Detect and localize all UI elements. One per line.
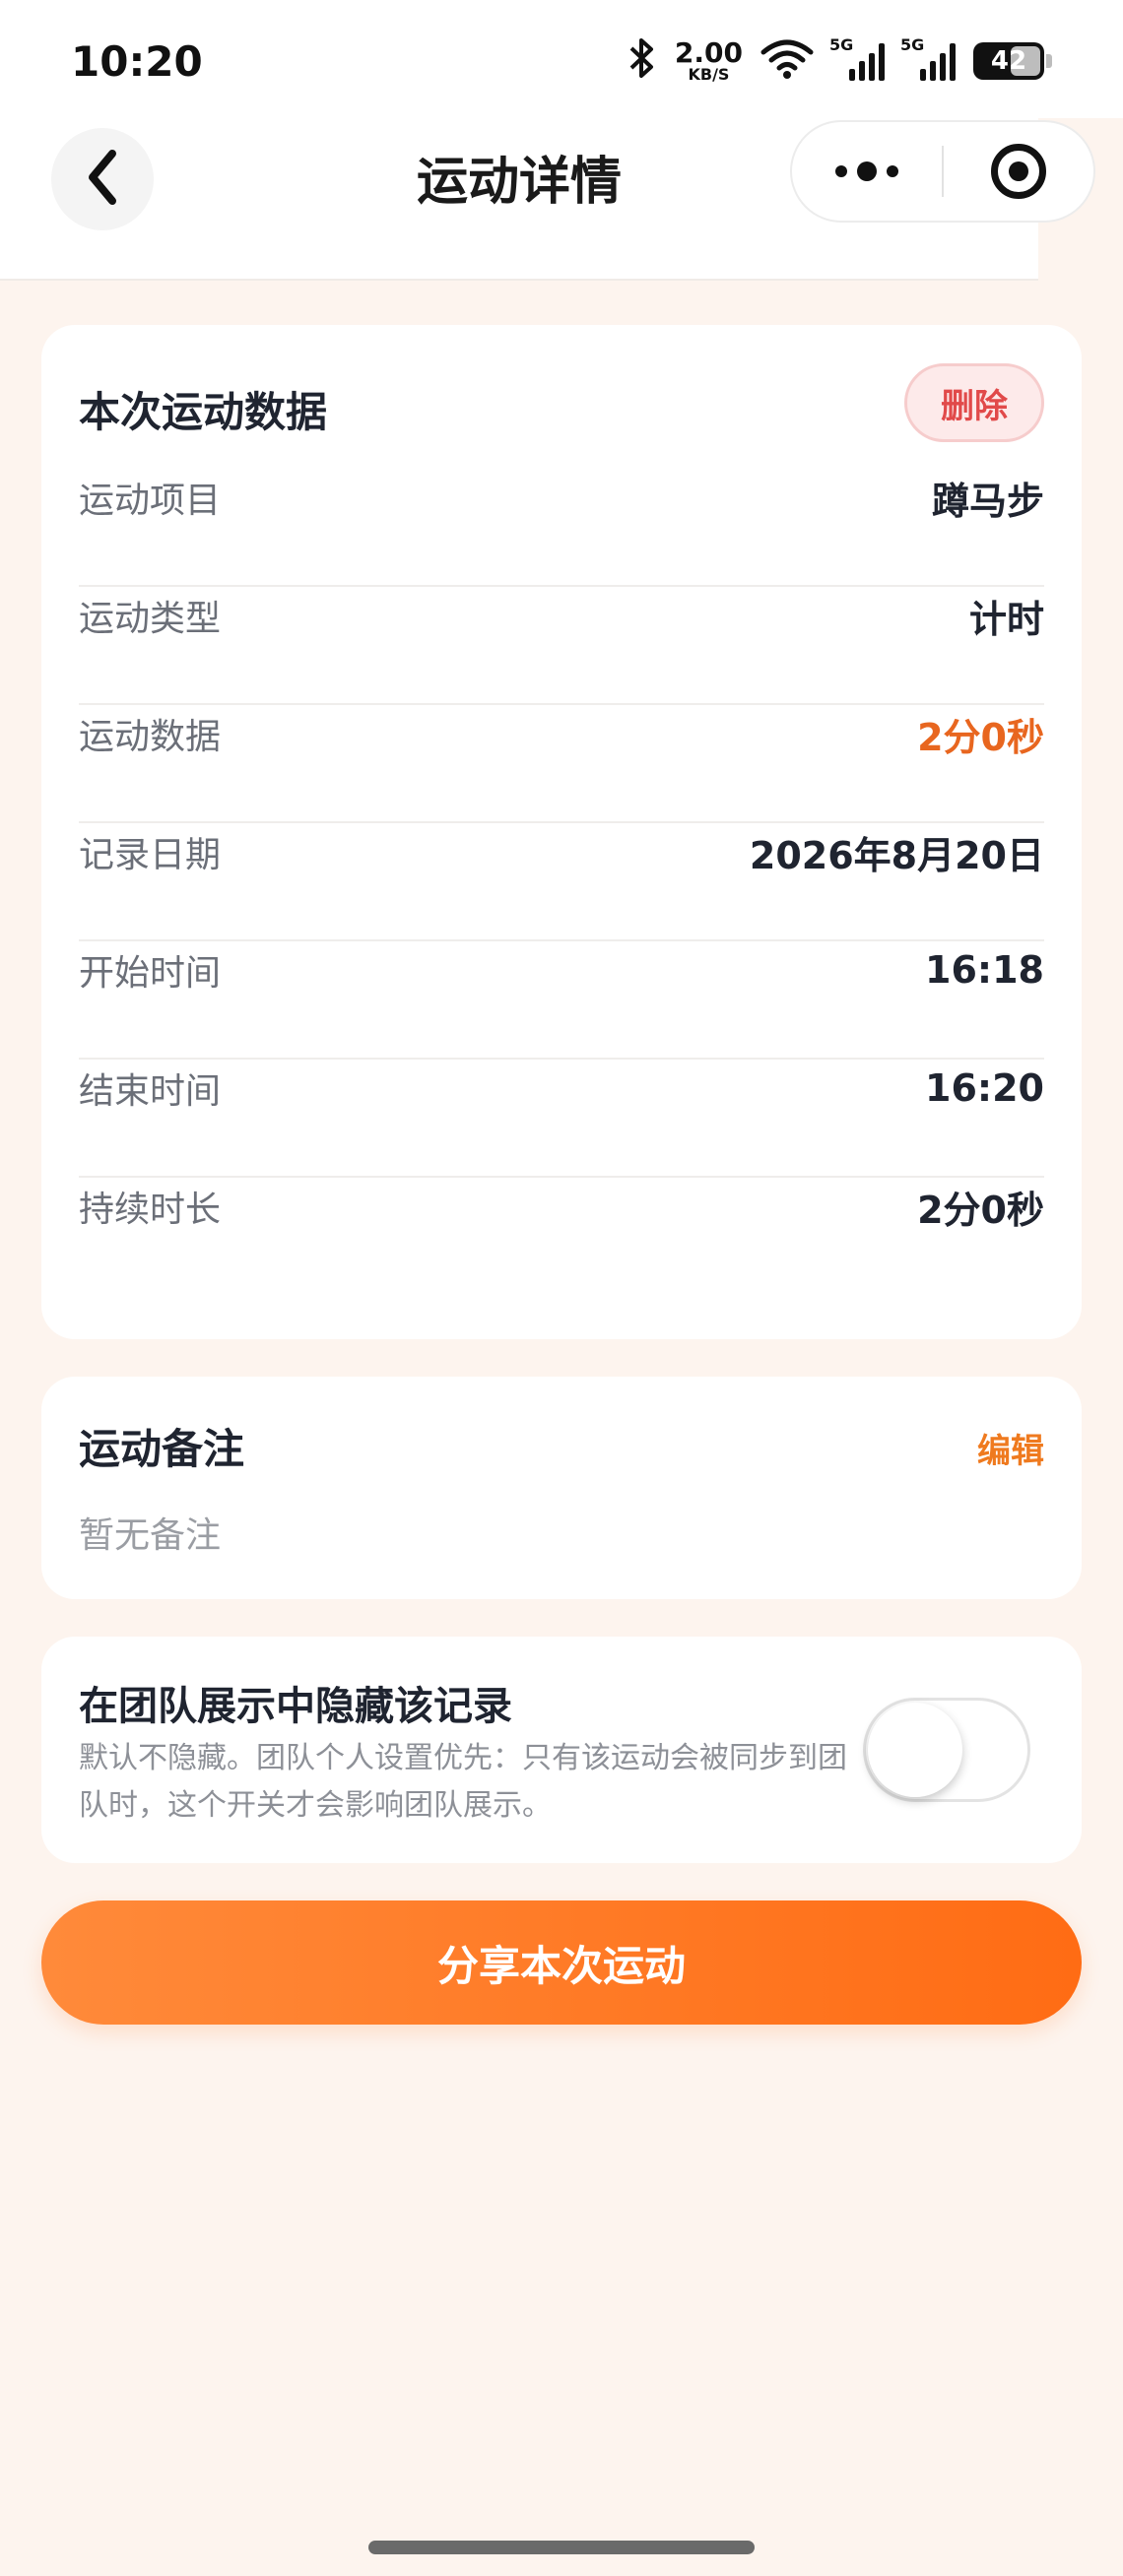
cell-signal-label-2: 5G: [900, 35, 925, 54]
detail-row-type: 运动类型 计时: [79, 556, 1044, 675]
detail-label: 运动类型: [79, 599, 222, 639]
cell-signal-icon-1: 5G: [829, 35, 885, 81]
detail-label: 开始时间: [79, 953, 222, 994]
detail-value: 计时: [968, 597, 1044, 641]
cell-signal-label-1: 5G: [829, 35, 854, 54]
toggle-knob: [868, 1703, 962, 1797]
status-bar: 10:20 2.00 KB/S 5G 5G 42: [0, 0, 1123, 118]
detail-value: 16:20: [925, 1066, 1044, 1110]
detail-row-date: 记录日期 2026年8月20日: [79, 793, 1044, 911]
share-exercise-button[interactable]: 分享本次运动: [41, 1900, 1082, 2025]
delete-button[interactable]: 删除: [904, 363, 1044, 442]
home-indicator[interactable]: [368, 2541, 755, 2554]
more-button[interactable]: [792, 161, 942, 181]
detail-label: 结束时间: [79, 1071, 222, 1112]
edit-note-button[interactable]: 编辑: [977, 1424, 1044, 1472]
hide-record-toggle[interactable]: [863, 1698, 1030, 1802]
network-speed-value: 2.00: [674, 36, 743, 69]
more-dots-icon: [835, 161, 898, 181]
hide-record-description: 默认不隐藏。团队个人设置优先：只有该运动会被同步到团队时，这个开关才会影响团队展…: [79, 1741, 847, 1823]
exercise-data-title: 本次运动数据: [79, 388, 328, 436]
hide-record-title: 在团队展示中隐藏该记录: [79, 1684, 512, 1729]
detail-row-item: 运动项目 蹲马步: [79, 438, 1044, 556]
note-title: 运动备注: [79, 1425, 245, 1473]
exercise-note-card: 运动备注 编辑 暂无备注: [41, 1377, 1082, 1599]
note-empty-text: 暂无备注: [79, 1515, 222, 1556]
detail-label: 运动项目: [79, 481, 222, 521]
status-time: 10:20: [71, 37, 203, 86]
battery-level: 42: [990, 46, 1027, 76]
detail-label: 持续时长: [79, 1190, 222, 1230]
network-speed: 2.00 KB/S: [675, 39, 743, 83]
status-icons: 2.00 KB/S 5G 5G 42: [628, 35, 1052, 87]
target-icon: [991, 144, 1046, 199]
network-speed-unit: KB/S: [688, 65, 730, 84]
close-miniprogram-button[interactable]: [944, 144, 1093, 199]
detail-row-duration: 持续时长 2分0秒: [79, 1147, 1044, 1265]
detail-value-highlight: 2分0秒: [917, 715, 1044, 759]
miniprogram-capsule: [790, 120, 1095, 223]
battery-icon: 42: [973, 42, 1052, 80]
detail-value: 16:18: [925, 948, 1044, 992]
detail-label: 运动数据: [79, 717, 222, 757]
detail-row-start: 开始时间 16:18: [79, 911, 1044, 1029]
detail-label: 记录日期: [79, 835, 222, 875]
exercise-data-card: 本次运动数据 删除 运动项目 蹲马步 运动类型 计时 运动数据 2分0秒 记录日…: [41, 325, 1082, 1339]
detail-value: 蹲马步: [931, 479, 1044, 523]
cell-signal-icon-2: 5G: [900, 35, 956, 81]
detail-value: 2分0秒: [917, 1188, 1044, 1232]
detail-row-end: 结束时间 16:20: [79, 1029, 1044, 1147]
detail-row-data: 运动数据 2分0秒: [79, 675, 1044, 793]
bluetooth-icon: [628, 37, 657, 86]
hide-record-card: 在团队展示中隐藏该记录 默认不隐藏。团队个人设置优先：只有该运动会被同步到团队时…: [41, 1637, 1082, 1863]
detail-value: 2026年8月20日: [749, 833, 1044, 877]
wifi-icon: [760, 38, 814, 84]
